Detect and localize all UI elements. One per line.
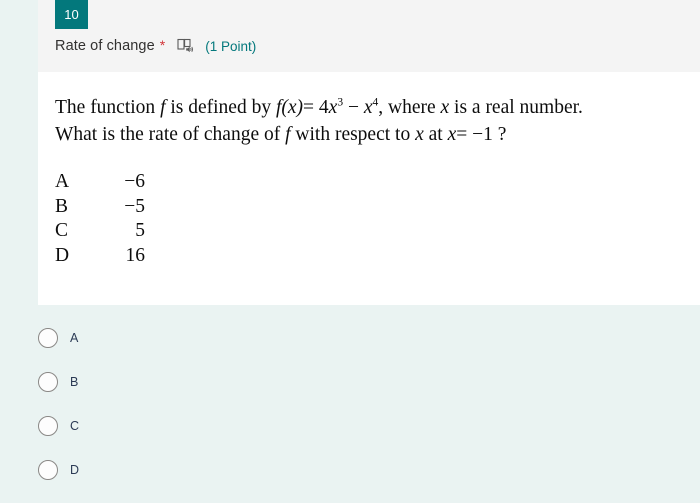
question-stem-image: The function f is defined by f(x)= 4x3 −… [38,94,700,268]
stem-choices-list: A −6 B −5 C 5 D 16 [55,170,145,268]
radio-button-icon[interactable] [38,460,58,480]
stem-variable-x: x [447,124,457,145]
radio-button-icon[interactable] [38,416,58,436]
stem-choice-letter: B [55,195,69,217]
stem-line-2: What is the rate of change of f with res… [55,121,700,148]
stem-choice-row: B −5 [55,195,145,220]
stem-choice-value: −6 [124,171,145,192]
immersive-reader-icon[interactable] [177,38,194,54]
stem-text: What is the rate of change of [55,124,281,145]
stem-text: , where [378,97,436,118]
answer-option-a[interactable]: A [0,316,700,360]
stem-choice-letter: D [55,244,70,266]
answer-option-b[interactable]: B [0,360,700,404]
stem-text: The function [55,97,156,118]
stem-choice-row: C 5 [55,219,145,244]
radio-button-icon[interactable] [38,328,58,348]
stem-variable-x: x [440,97,450,118]
stem-line-1: The function f is defined by f(x)= 4x3 −… [55,94,700,121]
question-card: 10 Rate of change * (1 Point) The functi… [38,0,700,305]
question-body: The function f is defined by f(x)= 4x3 −… [38,72,700,305]
stem-choice-row: D 16 [55,244,145,269]
answer-option-label: D [70,463,80,477]
stem-text: with respect to [295,124,411,145]
required-asterisk: * [159,37,166,53]
answer-option-label: A [70,331,79,345]
stem-choice-row: A −6 [55,170,145,195]
stem-equals: = 4 [303,97,329,118]
stem-choice-value: −5 [124,195,145,217]
stem-evaluation-point: = −1 ? [456,124,507,145]
stem-variable-x: x [415,124,424,145]
question-title-row: Rate of change * (1 Point) [55,36,256,56]
stem-text: is defined by [170,97,272,118]
answer-option-c[interactable]: C [0,404,700,448]
stem-choice-letter: C [55,220,69,241]
question-header: 10 Rate of change * (1 Point) [38,0,700,72]
stem-choice-letter: A [55,171,70,192]
answer-options-group: A B C D [0,316,700,492]
stem-text: is a real number. [454,97,583,118]
question-number-badge: 10 [55,0,88,29]
stem-variable-f: f [160,97,166,118]
points-label: (1 Point) [205,38,257,54]
answer-option-d[interactable]: D [0,448,700,492]
stem-text: at [428,124,443,145]
stem-minus: − [343,97,364,118]
stem-choice-value: 16 [125,244,146,266]
answer-option-label: B [70,375,79,389]
answer-option-label: C [70,419,80,433]
stem-function-arg: (x) [281,97,304,118]
stem-choice-value: 5 [135,220,145,241]
stem-variable-f: f [285,124,291,145]
page-title: Rate of change [55,38,155,54]
radio-button-icon[interactable] [38,372,58,392]
